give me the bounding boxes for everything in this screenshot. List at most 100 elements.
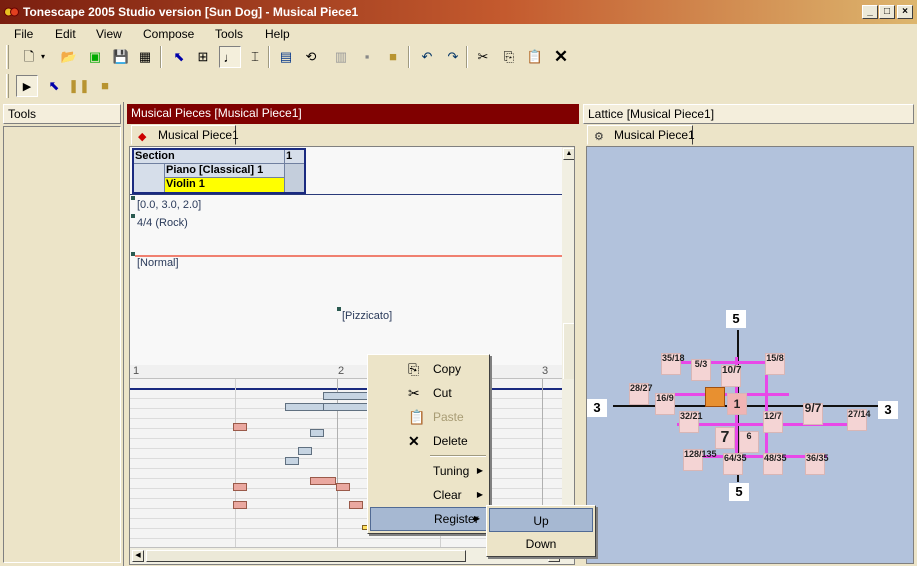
tab-lattice-musical-piece1[interactable]: ⚙ Musical Piece1 xyxy=(587,125,695,145)
paste-menu-icon: 📋 xyxy=(408,409,426,425)
bracket-icon[interactable]: ⌶ xyxy=(244,46,266,68)
menu-tools[interactable]: Tools xyxy=(215,27,243,41)
scroll-left-icon[interactable]: ◀ xyxy=(132,550,144,562)
score-top-vscrollbar[interactable]: ▲ xyxy=(562,147,574,387)
node-5-3[interactable]: 5/3 xyxy=(691,359,711,381)
delete-icon[interactable]: ✕ xyxy=(550,46,572,68)
normal-event[interactable]: [Normal] xyxy=(137,257,179,269)
lattice-panel-title: Lattice [Musical Piece1] xyxy=(583,104,914,124)
menu-item-cut[interactable]: ✂ Cut xyxy=(368,381,489,405)
lattice-tab-label: Musical Piece1 xyxy=(614,128,695,142)
tools-panel-title: Tools xyxy=(3,104,121,124)
cursor-play-icon[interactable]: ⬉ xyxy=(43,75,65,97)
menu-item-paste[interactable]: 📋 Paste xyxy=(368,405,489,429)
node-32-21[interactable]: 32/21 xyxy=(679,411,703,433)
delete-menu-icon: ✕ xyxy=(408,433,420,449)
menu-compose[interactable]: Compose xyxy=(143,27,194,41)
pizzicato-event[interactable]: [Pizzicato] xyxy=(342,310,392,322)
node-35-18[interactable]: 35/18 xyxy=(661,353,685,375)
node-27-14[interactable]: 27/14 xyxy=(847,409,871,431)
lattice-icon: ⚙ xyxy=(594,131,604,143)
select-arrow-icon[interactable]: ⬉ xyxy=(168,46,190,68)
node-7[interactable]: 7 xyxy=(715,427,735,449)
score-view[interactable]: Section 1 Piano [Classical] 1 Violin 1 [… xyxy=(129,146,575,565)
node-128-135[interactable]: 128/135 xyxy=(683,449,717,471)
new-dropdown-icon[interactable]: ▾ xyxy=(37,46,49,68)
register-submenu: Up Down xyxy=(486,505,596,557)
node-9-7[interactable]: 9/7 xyxy=(803,402,823,425)
cut-icon[interactable]: ✂ xyxy=(472,46,494,68)
musical-pieces-title: Musical Pieces [Musical Piece1] xyxy=(127,104,579,124)
submenu-arrow-icon: ▶ xyxy=(473,514,480,523)
import-icon[interactable]: ▣ xyxy=(84,46,106,68)
lattice-axis-top: 5 xyxy=(726,310,746,328)
copy-icon[interactable]: ⎘ xyxy=(498,46,520,68)
paste-icon[interactable]: 📋 xyxy=(524,46,546,68)
node-12-7[interactable]: 12/7 xyxy=(763,411,783,433)
submenu-item-up[interactable]: Up xyxy=(489,508,593,532)
open-folder-icon[interactable]: 📂 xyxy=(58,46,80,68)
lattice-axis-bottom: 5 xyxy=(729,483,749,501)
menu-view[interactable]: View xyxy=(96,27,122,41)
ruler-mark-2: 2 xyxy=(338,365,345,377)
loop-icon[interactable]: ⟲ xyxy=(300,46,322,68)
menu-file[interactable]: File xyxy=(14,27,33,41)
node-48-35[interactable]: 48/35 xyxy=(763,453,787,475)
main-toolbar: 🗋 ▾ 📂 ▣ 💾 ▦ ⬉ ⊞ ♩ ⌶ ▤ ⟲ ▥ ▪ ■ ↶ ↷ ✂ ⎘ 📋 … xyxy=(0,44,917,70)
node-16-9[interactable]: 16/9 xyxy=(655,393,675,415)
redo-icon[interactable]: ↷ xyxy=(442,46,464,68)
musical-pieces-panel: Musical Pieces [Musical Piece1] ◆ Musica… xyxy=(127,102,579,566)
save-icon[interactable]: 💾 xyxy=(110,46,132,68)
menu-item-clear[interactable]: Clear ▶ xyxy=(368,483,489,507)
menu-item-tuning[interactable]: Tuning ▶ xyxy=(368,459,489,483)
cut-menu-icon: ✂ xyxy=(408,385,420,401)
node-15-8[interactable]: 15/8 xyxy=(765,353,785,375)
node-10-7[interactable]: 10/7 xyxy=(721,365,741,387)
menu-edit[interactable]: Edit xyxy=(55,27,76,41)
piece-icon: ◆ xyxy=(138,131,147,143)
minimize-button[interactable]: _ xyxy=(862,5,878,19)
pause-icon[interactable]: ❚❚ xyxy=(68,75,90,97)
stop-icon[interactable]: ■ xyxy=(94,75,116,97)
square-icon[interactable]: ■ xyxy=(382,46,404,68)
node-6[interactable]: 6 xyxy=(739,431,759,453)
menu-item-copy[interactable]: ⎘ Copy xyxy=(368,357,489,381)
submenu-arrow-icon: ▶ xyxy=(476,490,483,499)
export-icon[interactable]: ▦ xyxy=(134,46,156,68)
ruler-mark-3: 3 xyxy=(542,365,549,377)
node-36-35[interactable]: 36/35 xyxy=(805,453,829,475)
lattice-panel: Lattice [Musical Piece1] ⚙ Musical Piece… xyxy=(583,102,917,566)
section-col-1: 1 xyxy=(284,150,304,164)
scroll-up-icon[interactable]: ▲ xyxy=(563,148,574,160)
active-node-marker[interactable] xyxy=(705,387,725,407)
title-bar: Tonescape 2005 Studio version [Sun Dog] … xyxy=(0,0,917,24)
lattice-view[interactable]: 5 5 3 3 35/18 5/3 10/7 15/8 28/27 16/9 1… xyxy=(586,146,914,564)
hscroll-thumb[interactable] xyxy=(146,550,466,562)
layout-icon[interactable]: ▤ xyxy=(275,46,297,68)
note-icon[interactable]: ♩ xyxy=(219,46,241,68)
submenu-item-down[interactable]: Down xyxy=(489,532,593,556)
copy-menu-icon: ⎘ xyxy=(408,361,420,377)
grid-icon[interactable]: ⊞ xyxy=(192,46,214,68)
tab-musical-piece1[interactable]: ◆ Musical Piece1 xyxy=(131,125,239,145)
node-64-35[interactable]: 64/35 xyxy=(723,453,747,475)
stop-small-icon[interactable]: ▪ xyxy=(356,46,378,68)
undo-icon[interactable]: ↶ xyxy=(416,46,438,68)
track-violin[interactable]: Violin 1 xyxy=(164,178,284,192)
close-button[interactable]: × xyxy=(897,5,913,19)
menu-item-register[interactable]: Register ▶ xyxy=(370,507,487,531)
menu-help[interactable]: Help xyxy=(265,27,290,41)
node-1[interactable]: 1 xyxy=(727,393,747,415)
section-grid[interactable]: Section 1 Piano [Classical] 1 Violin 1 xyxy=(132,148,306,194)
window-title: Tonescape 2005 Studio version [Sun Dog] … xyxy=(23,5,359,19)
range-event[interactable]: [0.0, 3.0, 2.0] xyxy=(137,199,201,211)
play-icon[interactable]: ▶ xyxy=(16,75,38,97)
page-icon[interactable]: ▥ xyxy=(330,46,352,68)
track-piano[interactable]: Piano [Classical] 1 xyxy=(164,164,284,178)
meter-event[interactable]: 4/4 (Rock) xyxy=(137,217,188,229)
menu-item-delete[interactable]: ✕ Delete xyxy=(368,429,489,453)
vscroll-thumb[interactable] xyxy=(563,323,574,383)
tools-panel: Tools xyxy=(0,102,124,566)
node-28-27[interactable]: 28/27 xyxy=(629,383,653,405)
maximize-button[interactable]: □ xyxy=(879,5,895,19)
